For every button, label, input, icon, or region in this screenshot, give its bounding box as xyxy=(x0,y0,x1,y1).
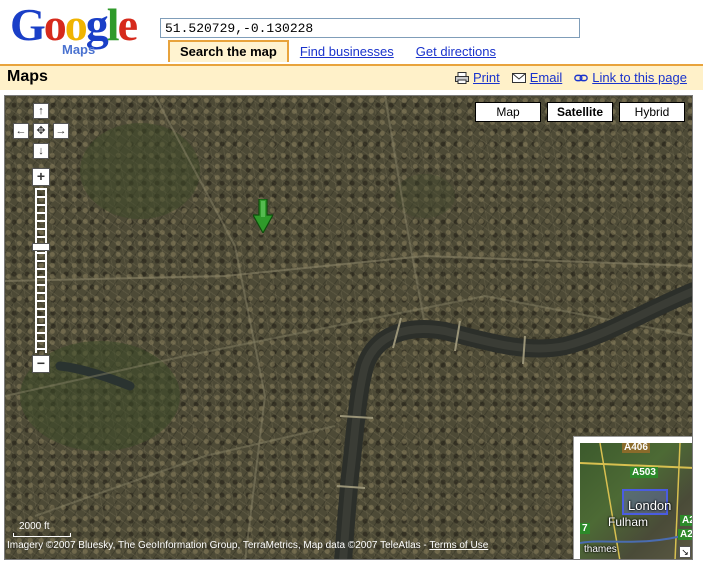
road-label-a503: A503 xyxy=(630,467,658,478)
tab-search-the-map[interactable]: Search the map xyxy=(168,40,289,62)
map-type-satellite-button[interactable]: Satellite xyxy=(547,102,613,122)
zoom-slider-thumb[interactable] xyxy=(32,242,50,251)
overview-label-london: London xyxy=(628,498,672,513)
printer-icon xyxy=(455,71,469,84)
search-input[interactable]: 51.520729,-0.130228 xyxy=(160,18,580,38)
email-label: Email xyxy=(529,70,563,85)
overview-map-view: A406 A503 A2 A2 7 London Fulham thames xyxy=(580,443,693,559)
zoom-in-button[interactable]: + xyxy=(32,168,50,186)
email-link[interactable]: Email xyxy=(511,70,563,85)
pan-down-button[interactable]: ↓ xyxy=(33,143,49,159)
pan-up-button[interactable]: ↑ xyxy=(33,103,49,119)
print-label: Print xyxy=(473,70,500,85)
search-tabs: Search the map Find businesses Get direc… xyxy=(168,40,507,62)
map-copyright: Imagery ©2007 Bluesky, The GeoInformatio… xyxy=(7,540,488,551)
title-bar: Maps Print Email Link to this page xyxy=(0,64,703,90)
pan-control: ↑ ← ✥ → ↓ xyxy=(13,103,69,159)
print-link[interactable]: Print xyxy=(455,70,500,85)
copyright-text: Imagery ©2007 Bluesky, The GeoInformatio… xyxy=(7,540,430,551)
road-label-a2-top: A2 xyxy=(680,515,692,526)
map-type-map-button[interactable]: Map xyxy=(475,102,541,122)
map-type-hybrid-button[interactable]: Hybrid xyxy=(619,102,685,122)
chain-link-icon xyxy=(574,74,589,81)
link-to-page[interactable]: Link to this page xyxy=(574,70,687,85)
google-maps-logo[interactable]: Google Maps xyxy=(10,2,150,60)
logo-subtitle: Maps xyxy=(62,42,96,57)
zoom-out-button[interactable]: − xyxy=(32,355,50,373)
title-links: Print Email Link to this page xyxy=(455,70,687,85)
pan-center-button[interactable]: ✥ xyxy=(33,123,49,139)
tab-find-businesses[interactable]: Find businesses xyxy=(289,44,405,62)
road-label-a406: A406 xyxy=(622,443,650,453)
satellite-map[interactable]: Map Satellite Hybrid ↑ ← ✥ → ↓ + − 2000 … xyxy=(4,95,693,560)
overview-label-thames: thames xyxy=(584,544,617,555)
scale-line xyxy=(13,533,71,537)
overview-map[interactable]: A406 A503 A2 A2 7 London Fulham thames ↘ xyxy=(573,436,693,559)
tab-get-directions[interactable]: Get directions xyxy=(405,44,507,62)
terms-of-use-link[interactable]: Terms of Use xyxy=(429,540,488,551)
map-type-control: Map Satellite Hybrid xyxy=(475,102,685,122)
location-marker-icon[interactable] xyxy=(253,199,273,233)
overview-label-fulham: Fulham xyxy=(608,515,649,529)
scale-label: 2000 ft xyxy=(19,521,50,532)
pan-left-button[interactable]: ← xyxy=(13,123,29,139)
header: Google Maps 51.520729,-0.130228 Search t… xyxy=(0,0,703,64)
overview-collapse-button[interactable]: ↘ xyxy=(679,546,691,558)
road-label-7: 7 xyxy=(580,523,590,534)
page-title: Maps xyxy=(7,68,48,85)
envelope-icon xyxy=(511,72,526,83)
link-label: Link to this page xyxy=(592,70,687,85)
pan-right-button[interactable]: → xyxy=(53,123,69,139)
road-label-a2-bottom: A2 xyxy=(678,529,693,540)
zoom-slider-track[interactable] xyxy=(35,188,47,353)
scale-bar: 2000 ft xyxy=(13,521,73,539)
